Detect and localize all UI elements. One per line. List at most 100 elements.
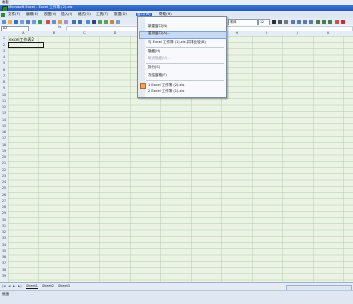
column-header[interactable]: I [266,31,267,35]
sort-desc-icon[interactable] [104,19,108,24]
row-header[interactable]: 35 [0,249,8,253]
column-header[interactable]: H [236,31,238,35]
menu-window-1[interactable]: 1 Excel 工作簿 (2).xls [148,83,184,88]
row-header[interactable]: 10 [0,93,8,97]
row-header[interactable]: 22 [0,168,8,172]
row-header[interactable]: 4 [0,55,8,59]
row-header[interactable]: 23 [0,174,8,178]
chart-wizard-icon[interactable] [110,19,114,24]
print-preview-icon[interactable] [32,19,36,24]
row-header[interactable]: 24 [0,180,8,184]
column-header[interactable]: K [327,31,329,35]
new-icon[interactable] [2,19,6,24]
tab-prev-icon[interactable]: ◄ [8,284,10,288]
menu-freeze-panes[interactable]: 冻结窗格(F) [148,73,167,78]
sort-asc-icon[interactable] [98,19,102,24]
cell-a1[interactable]: excel工作表2 [9,37,34,42]
menu-format[interactable]: 格式(O) [78,12,91,17]
currency-icon[interactable] [316,19,320,24]
merge-center-icon[interactable] [309,19,313,24]
fill-color-icon[interactable] [335,19,339,24]
row-header[interactable]: 15 [0,124,8,128]
percent-icon[interactable] [322,19,326,24]
menu-hide[interactable]: 隐藏(H) [148,49,160,54]
column-header[interactable]: C [83,31,85,35]
permission-icon[interactable] [20,19,24,24]
row-header[interactable]: 19 [0,149,8,153]
row-header[interactable]: 34 [0,243,8,247]
row-header[interactable]: 30 [0,218,8,222]
menu-view[interactable]: 视图(V) [44,12,56,17]
align-center-icon[interactable] [297,19,301,24]
copy-icon[interactable] [52,19,56,24]
row-header[interactable]: 11 [0,99,8,103]
row-header[interactable]: 31 [0,224,8,228]
save-icon[interactable] [14,19,18,24]
menu-new-window[interactable]: 新建窗口(N) [148,24,167,29]
row-header[interactable]: 38 [0,268,8,272]
drawing-icon[interactable] [116,19,120,24]
row-header[interactable]: 39 [0,274,8,278]
row-header[interactable]: 13 [0,112,8,115]
menu-arrange[interactable]: 重排窗口(A)... [148,31,170,36]
tab-last-icon[interactable]: ►| [18,284,22,288]
align-right-icon[interactable] [303,19,307,24]
row-header[interactable]: 6 [0,68,8,72]
active-cell-a2[interactable] [8,42,44,48]
row-header[interactable]: 12 [0,105,8,109]
row-header[interactable]: 17 [0,137,8,140]
print-icon[interactable] [26,19,30,24]
comma-icon[interactable] [328,19,332,24]
row-header[interactable]: 5 [0,62,8,65]
tab-next-icon[interactable]: ► [13,284,15,288]
undo-icon[interactable] [72,19,76,24]
tab-sheet3[interactable]: Sheet3 [58,284,70,288]
cut-icon[interactable] [46,19,50,24]
font-color-icon[interactable] [341,19,345,24]
column-header[interactable]: J [297,31,298,35]
row-header[interactable]: 37 [0,262,8,265]
column-header[interactable]: B [53,31,55,35]
fx-icon[interactable]: fx [58,25,61,30]
tab-sheet1[interactable]: Sheet1 [26,284,38,288]
row-header[interactable]: 7 [0,74,8,78]
column-header[interactable]: A [22,31,24,35]
open-icon[interactable] [8,19,12,24]
row-header[interactable]: 28 [0,205,8,209]
menu-split[interactable]: 拆分(S) [148,65,160,70]
row-header[interactable]: 2 [0,43,8,47]
row-header[interactable]: 29 [0,212,8,215]
menu-data[interactable]: 数据(D) [114,12,127,17]
hyperlink-icon[interactable] [86,19,90,24]
menu-tools[interactable]: 工具(T) [96,12,108,17]
redo-icon[interactable] [78,19,82,24]
row-header[interactable]: 14 [0,118,8,122]
row-header[interactable]: 20 [0,155,8,159]
autosum-icon[interactable] [92,19,96,24]
row-header[interactable]: 27 [0,199,8,203]
column-header[interactable]: D [114,31,116,35]
underline-icon[interactable] [284,19,288,24]
row-header[interactable]: 36 [0,255,8,259]
row-header[interactable]: 8 [0,80,8,84]
menu-insert[interactable]: 插入(I) [61,12,72,17]
row-header[interactable]: 3 [0,49,8,53]
italic-icon[interactable] [278,19,282,24]
menu-file[interactable]: 文件(F) [8,12,20,17]
row-header[interactable]: 21 [0,162,8,165]
row-header[interactable]: 9 [0,87,8,90]
menu-compare-side-by-side[interactable]: 与 Excel 工作簿 (1).xls 并排比较(B) [148,40,206,45]
paste-icon[interactable] [58,19,62,24]
tab-first-icon[interactable]: |◄ [2,284,6,288]
row-header[interactable]: 16 [0,130,8,134]
format-painter-icon[interactable] [64,19,68,24]
row-header[interactable]: 32 [0,230,8,234]
align-left-icon[interactable] [291,19,295,24]
tab-sheet2[interactable]: Sheet2 [42,284,54,288]
row-header[interactable]: 25 [0,187,8,190]
menu-window-2[interactable]: 2 Excel 工作簿 (1).xls [148,89,184,94]
spelling-icon[interactable] [38,19,42,24]
document-icon[interactable] [1,12,5,17]
row-header[interactable]: 1 [0,37,8,40]
row-header[interactable]: 18 [0,143,8,147]
